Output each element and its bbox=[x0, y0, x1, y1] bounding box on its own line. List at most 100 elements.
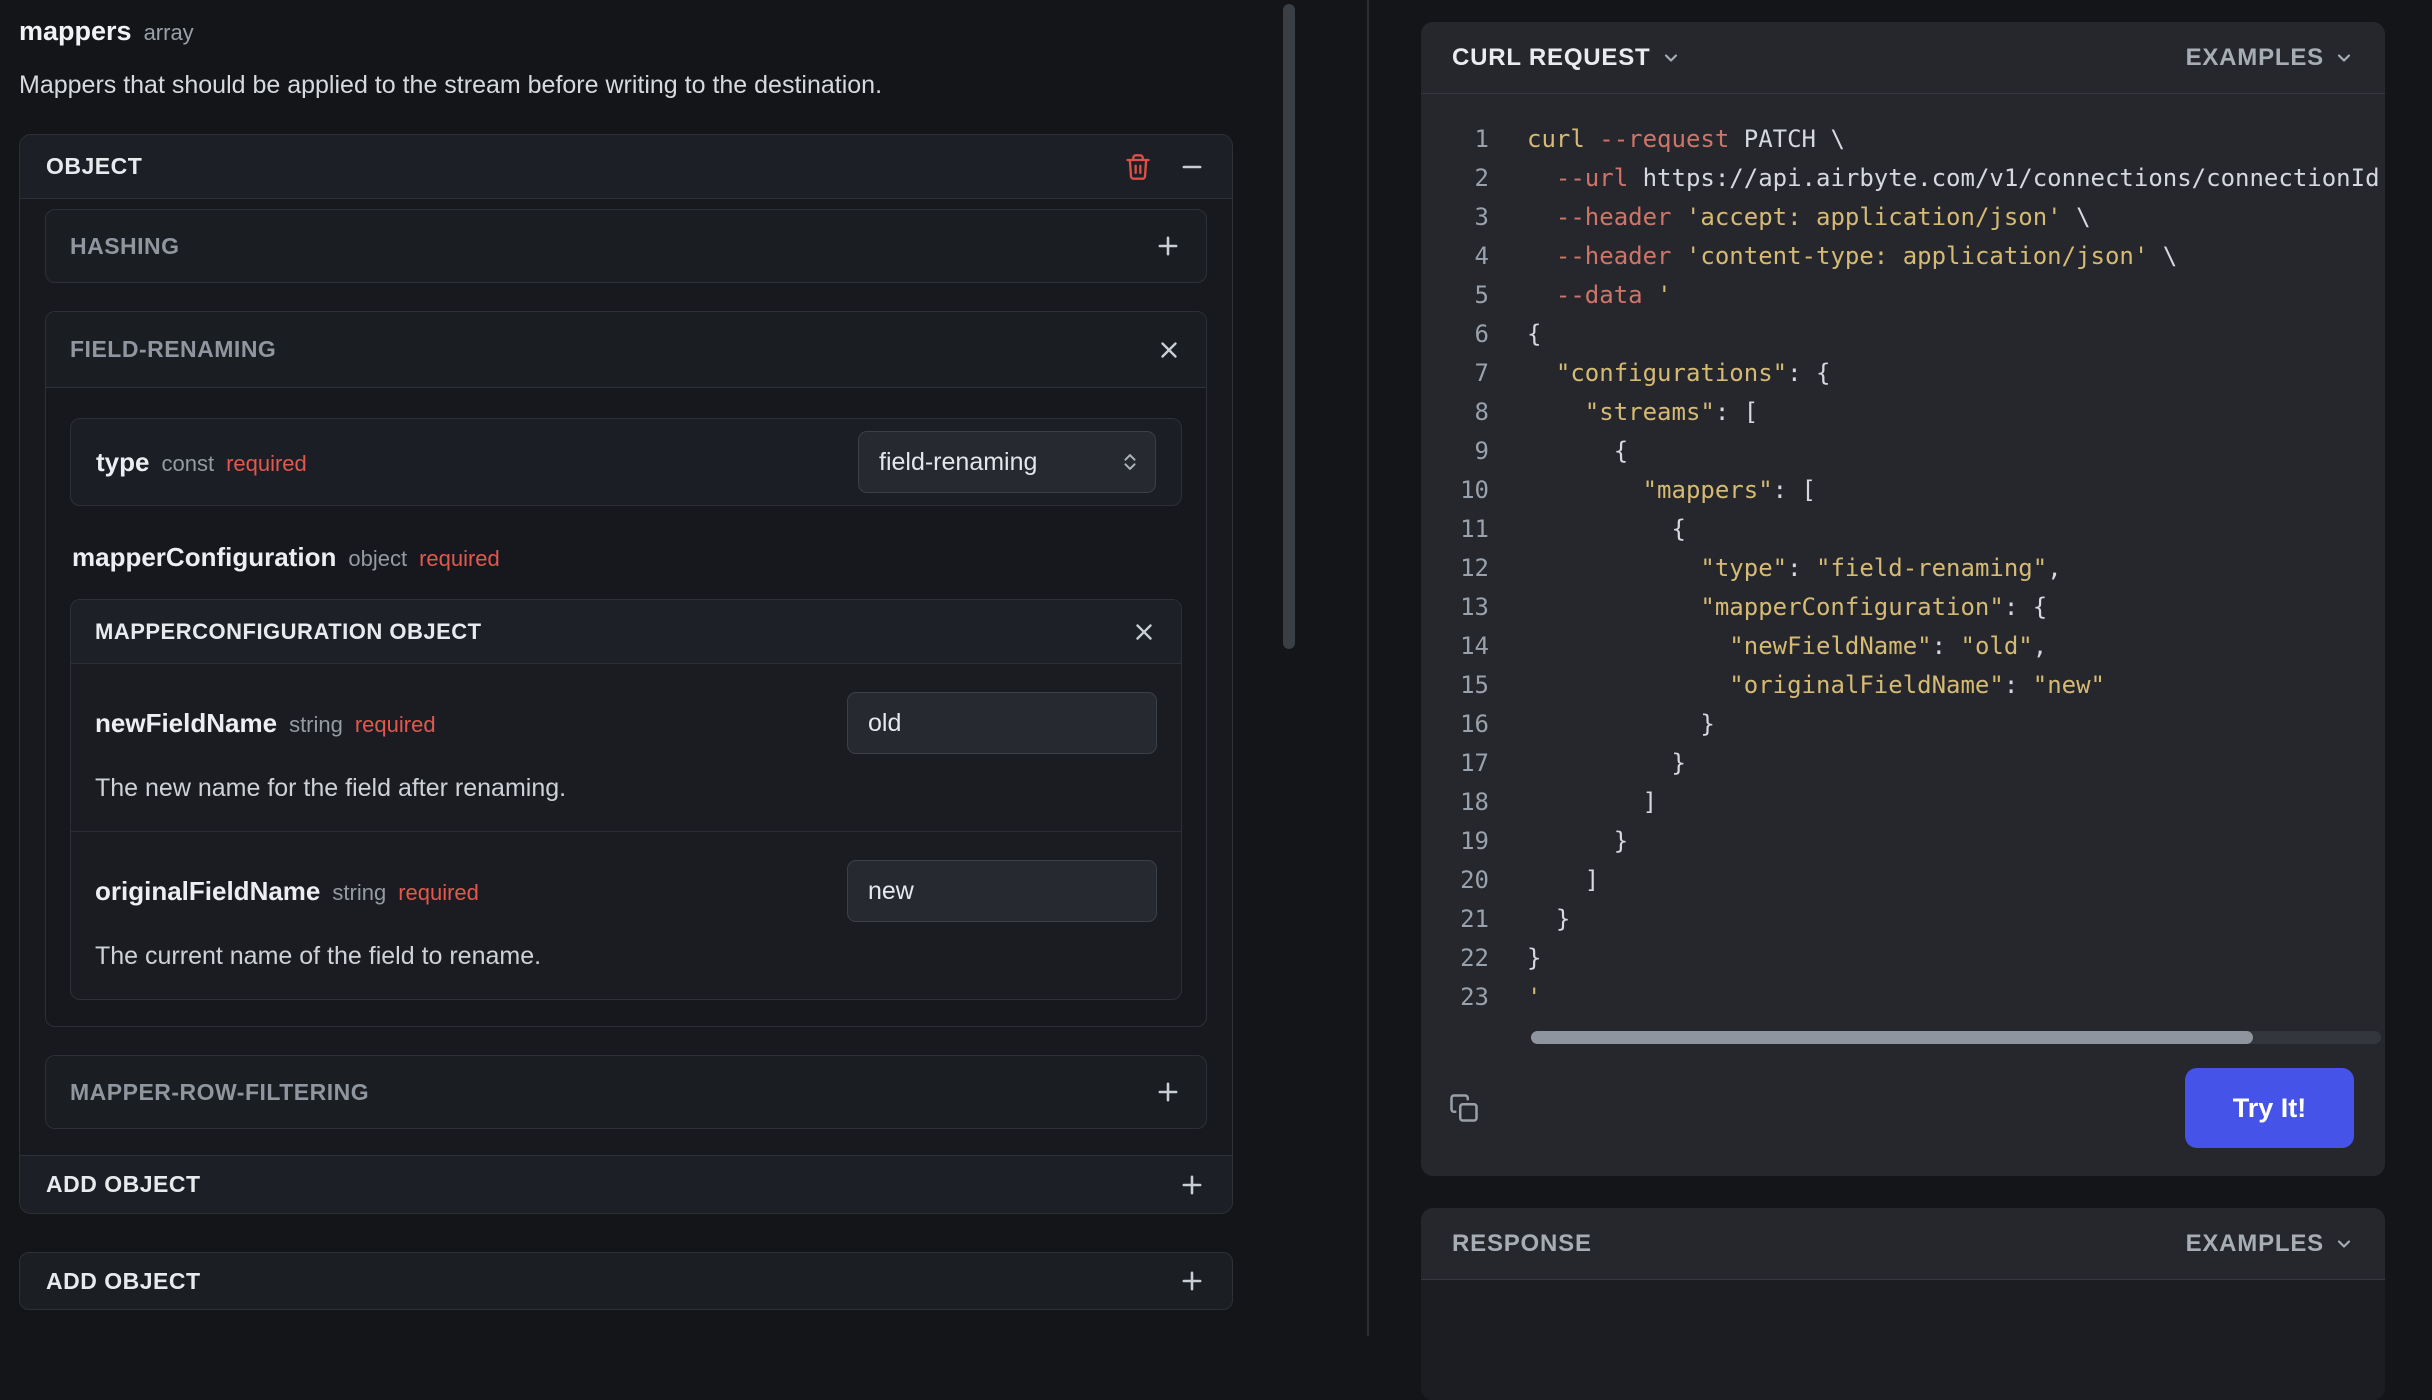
code-line: 11 { bbox=[1441, 510, 2385, 549]
line-number: 17 bbox=[1460, 749, 1489, 777]
line-number: 6 bbox=[1474, 320, 1489, 348]
remove-mapperconfiguration-button[interactable] bbox=[1131, 619, 1157, 645]
code-line: 13 "mapperConfiguration": { bbox=[1441, 588, 2385, 627]
code-line: 4 --header 'content-type: application/js… bbox=[1441, 237, 2385, 276]
field-name: newFieldName bbox=[95, 707, 278, 738]
line-number: 16 bbox=[1460, 710, 1489, 738]
mapperconfiguration-card-header[interactable]: MAPPERCONFIGURATION OBJECT bbox=[71, 600, 1181, 664]
newFieldName-label: newFieldName string required bbox=[95, 708, 436, 739]
examples-dropdown[interactable]: EXAMPLES bbox=[2186, 44, 2354, 72]
section-hashing[interactable]: HASHING bbox=[45, 209, 1207, 283]
curl-request-panel-header: CURL REQUEST EXAMPLES bbox=[1421, 22, 2385, 94]
code-line: 10 "mappers": [ bbox=[1441, 471, 2385, 510]
response-examples-dropdown[interactable]: EXAMPLES bbox=[2186, 1230, 2354, 1258]
section-mapper-row-filtering[interactable]: MAPPER-ROW-FILTERING bbox=[45, 1055, 1207, 1129]
collapse-object-button[interactable] bbox=[1178, 153, 1206, 181]
code-line: 12 "type": "field-renaming", bbox=[1441, 549, 2385, 588]
line-number: 1 bbox=[1474, 125, 1489, 153]
originalFieldName-input[interactable] bbox=[847, 860, 1157, 922]
examples-label: EXAMPLES bbox=[2185, 43, 2324, 71]
required-badge: required bbox=[398, 879, 479, 905]
request-preview-pane: CURL REQUEST EXAMPLES 1 curl --request PA… bbox=[1369, 0, 2432, 1400]
minus-icon bbox=[1182, 165, 1202, 168]
code-line: 6{ bbox=[1441, 315, 2385, 354]
field-renaming-body: type const required field-renaming mappe… bbox=[46, 388, 1206, 1026]
copy-code-button[interactable] bbox=[1449, 1093, 1479, 1123]
newFieldName-input[interactable] bbox=[847, 692, 1157, 754]
field-name: originalFieldName bbox=[95, 875, 321, 906]
code-line: 1 curl --request PATCH \ bbox=[1441, 120, 2385, 159]
line-number: 15 bbox=[1460, 671, 1489, 699]
type-field-label: type const required bbox=[96, 447, 307, 478]
field-description: The current name of the field to rename. bbox=[95, 942, 542, 970]
mapperconfiguration-card: MAPPERCONFIGURATION OBJECT newFieldName bbox=[70, 599, 1182, 1000]
add-object-button-outer[interactable]: ADD OBJECT bbox=[19, 1252, 1233, 1310]
code-line: 9 { bbox=[1441, 432, 2385, 471]
line-number: 9 bbox=[1474, 437, 1489, 465]
line-number: 23 bbox=[1460, 983, 1489, 1011]
chevron-down-icon bbox=[1664, 53, 1677, 62]
code-horizontal-scrollbar[interactable] bbox=[1531, 1031, 2253, 1044]
response-title: RESPONSE bbox=[1452, 1229, 1592, 1257]
chevron-down-icon bbox=[2337, 1239, 2351, 1248]
required-badge: required bbox=[419, 546, 500, 571]
response-body bbox=[1421, 1280, 2385, 1400]
field-renaming-title: FIELD-RENAMING bbox=[70, 336, 277, 362]
line-number: 20 bbox=[1460, 866, 1489, 894]
object-card-title: OBJECT bbox=[46, 153, 143, 179]
code-line: 23 ' bbox=[1441, 978, 2385, 1017]
delete-object-button[interactable] bbox=[1124, 153, 1152, 181]
add-object-button-inner[interactable]: ADD OBJECT bbox=[20, 1155, 1232, 1213]
field-kind: string bbox=[332, 879, 387, 905]
code-block: 1 curl --request PATCH \ 2 --url https://a… bbox=[1421, 94, 2385, 1044]
line-number: 13 bbox=[1460, 593, 1489, 621]
line-number: 4 bbox=[1474, 242, 1489, 270]
line-number: 8 bbox=[1474, 398, 1489, 426]
plus-icon bbox=[1182, 1175, 1202, 1194]
remove-field-renaming-button[interactable] bbox=[1156, 337, 1182, 363]
originalFieldName-field: originalFieldName string required The cu… bbox=[71, 832, 1181, 999]
field-name: mapperConfiguration bbox=[72, 542, 337, 572]
line-number: 11 bbox=[1460, 515, 1489, 543]
line-number: 3 bbox=[1474, 203, 1489, 231]
originalFieldName-label: originalFieldName string required bbox=[95, 876, 479, 907]
code-line: 7 "configurations": { bbox=[1441, 354, 2385, 393]
try-it-button[interactable]: Try It! bbox=[2185, 1068, 2354, 1148]
object-card-header[interactable]: OBJECT bbox=[20, 135, 1232, 199]
code-line: 8 "streams": [ bbox=[1441, 393, 2385, 432]
left-pane-scrollbar[interactable] bbox=[1283, 4, 1295, 649]
code-lines: 1 curl --request PATCH \ 2 --url https://a… bbox=[1441, 120, 2385, 1017]
code-line: 22} bbox=[1441, 939, 2385, 978]
line-number: 22 bbox=[1460, 944, 1489, 972]
field-description: The new name for the field after renamin… bbox=[95, 774, 567, 802]
select-chevrons-icon bbox=[1124, 454, 1136, 470]
required-badge: required bbox=[226, 450, 307, 476]
line-number: 19 bbox=[1460, 827, 1489, 855]
line-number: 21 bbox=[1460, 905, 1489, 933]
close-icon bbox=[1136, 623, 1152, 640]
line-number: 12 bbox=[1460, 554, 1489, 582]
trash-icon bbox=[1126, 153, 1150, 180]
copy-icon bbox=[1450, 1094, 1478, 1122]
code-line: 21 } bbox=[1441, 900, 2385, 939]
required-badge: required bbox=[354, 711, 436, 737]
field-renaming-header[interactable]: FIELD-RENAMING bbox=[46, 312, 1206, 388]
code-line: 14 "newFieldName": "old", bbox=[1441, 627, 2385, 666]
object-card-actions bbox=[1124, 153, 1206, 181]
code-line: 5 --data ' bbox=[1441, 276, 2385, 315]
object-card-body: HASHING FIELD-RENAMING type const requir… bbox=[20, 199, 1232, 1155]
code-line: 2 --url https://api.airbyte.com/v1/conne… bbox=[1441, 159, 2385, 198]
property-name: mappers bbox=[19, 16, 132, 46]
add-object-label: ADD OBJECT bbox=[46, 1171, 201, 1197]
type-field-row: type const required field-renaming bbox=[70, 418, 1182, 506]
type-select[interactable]: field-renaming bbox=[858, 431, 1156, 493]
line-number: 10 bbox=[1460, 476, 1489, 504]
line-number: 7 bbox=[1474, 359, 1489, 387]
mapperconfiguration-card-title: MAPPERCONFIGURATION OBJECT bbox=[95, 618, 482, 644]
curl-request-dropdown[interactable]: CURL REQUEST bbox=[1452, 44, 1681, 72]
schema-pane: mappers array Mappers that should be app… bbox=[0, 0, 1367, 1336]
code-line: 20 ] bbox=[1441, 861, 2385, 900]
property-description: Mappers that should be applied to the st… bbox=[19, 71, 883, 99]
add-object-label: ADD OBJECT bbox=[46, 1267, 201, 1294]
code-line: 18 ] bbox=[1441, 783, 2385, 822]
